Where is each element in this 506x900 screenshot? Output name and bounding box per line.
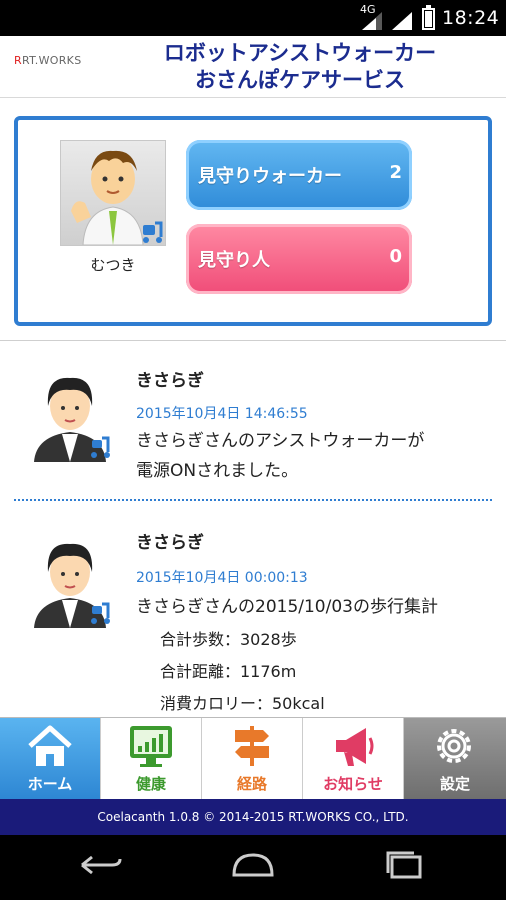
- tab-settings-label: 設定: [439, 775, 470, 793]
- walker-badge-icon: [143, 221, 163, 243]
- tab-notice[interactable]: お知らせ: [303, 718, 404, 800]
- app-title: ロボットアシストウォーカー おさんぽケアサービス: [100, 40, 500, 94]
- gear-icon: [437, 729, 471, 763]
- feed-distance: 合計距離：1176m: [160, 662, 297, 681]
- watch-walker-button[interactable]: 見守りウォーカー 2: [186, 140, 412, 210]
- signal-icon: [362, 12, 382, 30]
- copyright-footer: Coelacanth 1.0.8 © 2014-2015 RT.WORKS CO…: [0, 799, 506, 835]
- feed-calories: 消費カロリー：50kcal: [160, 694, 325, 713]
- system-nav-bar: [0, 835, 506, 900]
- tab-notice-label: お知らせ: [323, 775, 383, 793]
- signpost-icon: [235, 726, 269, 766]
- user-avatar: [34, 377, 110, 462]
- tab-settings[interactable]: 設定: [404, 718, 506, 800]
- tab-home-label: ホーム: [27, 775, 73, 793]
- watcher-label: 見守り人: [198, 250, 270, 271]
- health-monitor-icon: [130, 726, 172, 767]
- feed-timestamp: 2015年10月4日 00:00:13: [136, 570, 308, 586]
- tab-home[interactable]: ホーム: [0, 718, 101, 800]
- feed-message-line2: 電源ONされました。: [136, 461, 299, 481]
- feed-message-line1: きさらぎさんのアシストウォーカーが: [136, 431, 425, 451]
- divider: [0, 340, 506, 341]
- bottom-tab-bar: ホーム 健康 経路 お知らせ 設定: [0, 717, 506, 800]
- app-title-line2: おさんぽケアサービス: [195, 68, 405, 92]
- watch-walker-count: 2: [389, 162, 402, 183]
- feed-steps: 合計歩数：3028歩: [160, 630, 297, 649]
- app-header: RRT.WORKS ロボットアシストウォーカー おさんぽケアサービス: [0, 36, 506, 98]
- feed-divider: [14, 499, 492, 501]
- profile-name: むつき: [90, 256, 136, 274]
- feed-user-name: きさらぎ: [136, 371, 204, 391]
- home-icon: [28, 725, 72, 766]
- tab-route[interactable]: 経路: [202, 718, 303, 800]
- tab-health-label: 健康: [135, 775, 166, 793]
- feed-message: きさらぎさんのアシストウォーカーが 電源ONされました。: [136, 426, 496, 486]
- home-nav-icon[interactable]: [230, 851, 276, 879]
- feed-user-name: きさらぎ: [136, 533, 204, 553]
- summary-card: むつき 見守りウォーカー 2 見守り人 0: [14, 116, 492, 326]
- app-title-line1: ロボットアシストウォーカー: [163, 41, 437, 65]
- tab-route-label: 経路: [236, 775, 267, 793]
- tab-health[interactable]: 健康: [101, 718, 202, 800]
- feed-message: きさらぎさんの2015/10/03の歩行集計: [136, 597, 438, 617]
- feed-timestamp: 2015年10月4日 14:46:55: [136, 406, 308, 422]
- recent-apps-icon[interactable]: [382, 851, 428, 879]
- back-icon[interactable]: [78, 851, 124, 879]
- status-bar: 4G 18:24: [0, 0, 506, 36]
- rtworks-logo: RRT.WORKS: [14, 54, 82, 67]
- clock: 18:24: [442, 7, 500, 29]
- user-avatar: [34, 543, 110, 628]
- feed-item[interactable]: きさらぎ 2015年10月4日 14:46:55 きさらぎさんのアシストウォーカ…: [0, 360, 506, 490]
- battery-icon: [422, 5, 435, 30]
- watcher-count: 0: [389, 246, 402, 267]
- profile-avatar[interactable]: [60, 140, 166, 246]
- megaphone-icon: [336, 728, 374, 766]
- logo-text: RT.WORKS: [21, 54, 82, 67]
- watcher-button[interactable]: 見守り人 0: [186, 224, 412, 294]
- feed-item[interactable]: きさらぎ 2015年10月4日 00:00:13 きさらぎさんの2015/10/…: [0, 522, 506, 717]
- wifi-signal-icon: [392, 12, 412, 30]
- watch-walker-label: 見守りウォーカー: [198, 166, 342, 187]
- app-screen: 4G 18:24 RRT.WORKS ロボットアシストウォーカー おさんぽケアサ…: [0, 0, 506, 900]
